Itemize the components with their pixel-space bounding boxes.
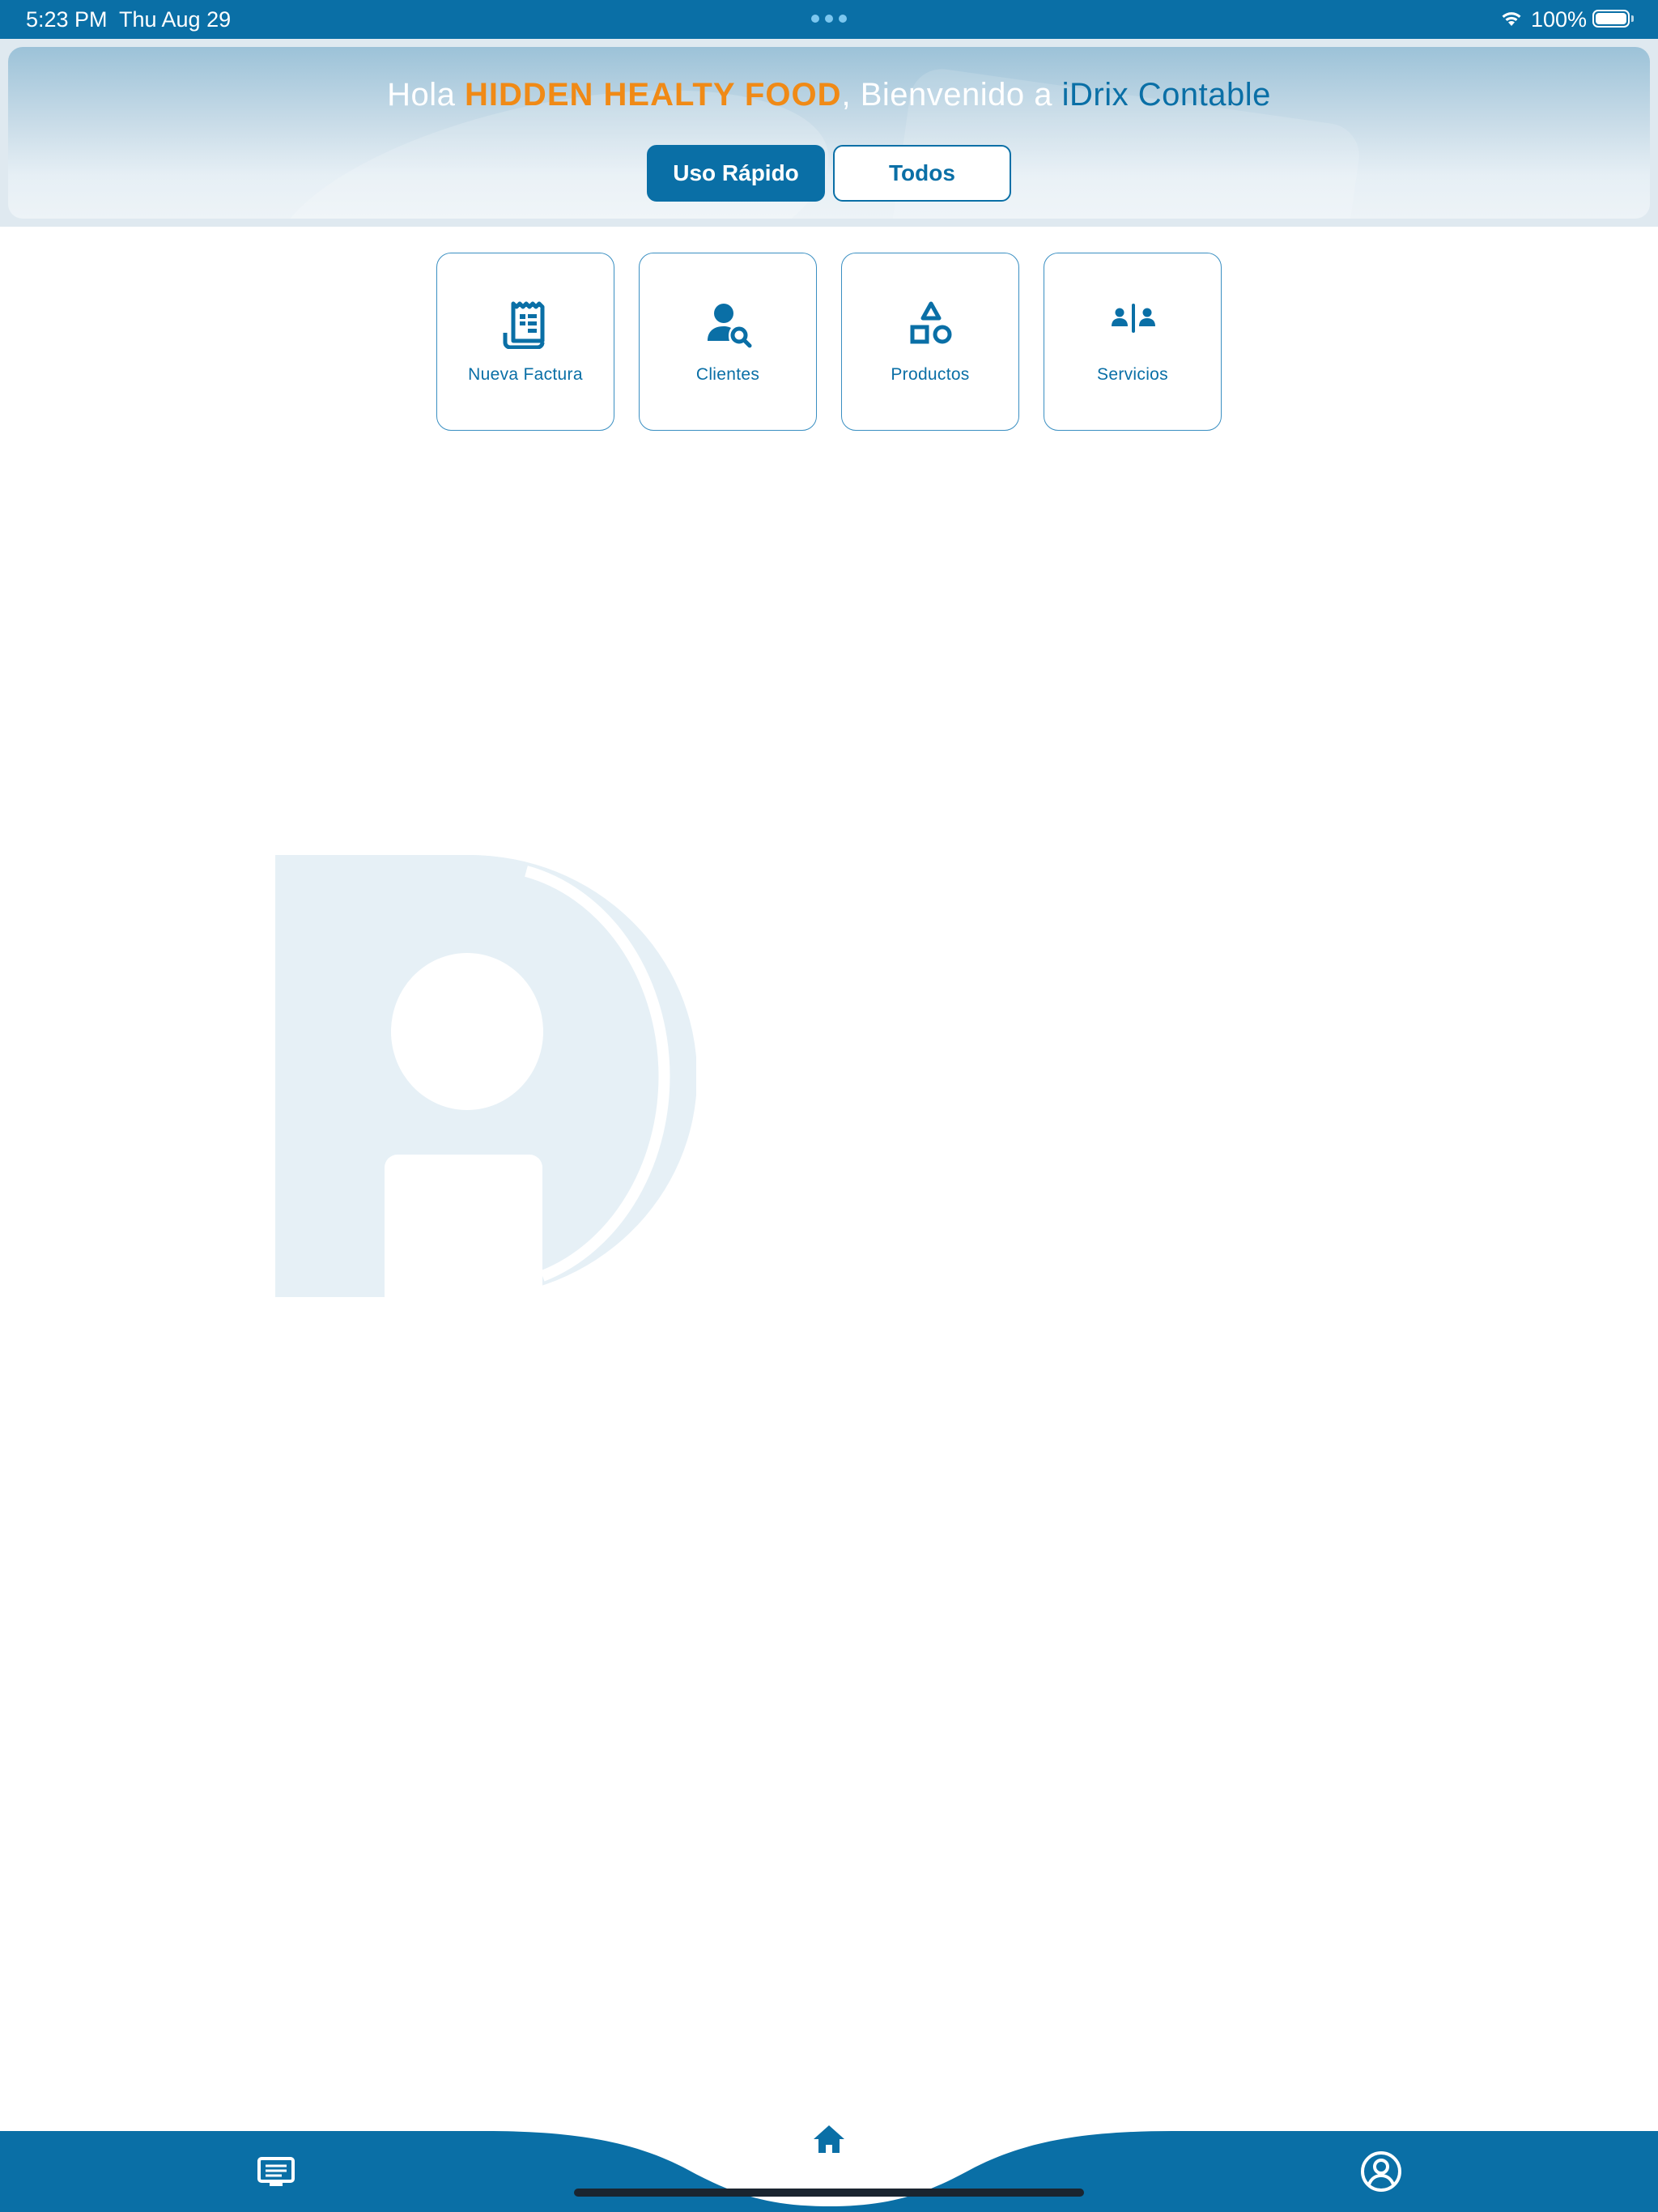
productos-tile[interactable]: Productos bbox=[841, 253, 1019, 431]
company-name: HIDDEN HEALTY FOOD bbox=[465, 77, 842, 113]
status-date: Thu Aug 29 bbox=[119, 7, 232, 32]
nueva-factura-tile[interactable]: Nueva Factura bbox=[436, 253, 614, 431]
profile-icon[interactable] bbox=[1360, 2150, 1402, 2193]
productos-label: Productos bbox=[891, 365, 970, 384]
home-indicator bbox=[574, 2189, 1084, 2197]
servicios-label: Servicios bbox=[1097, 365, 1168, 384]
status-bar: 5:23 PM Thu Aug 29 100% bbox=[0, 0, 1658, 39]
welcome-message: Hola HIDDEN HEALTY FOOD, Bienvenido a iD… bbox=[0, 77, 1658, 113]
header-banner bbox=[8, 47, 1650, 219]
greeting-prefix: Hola bbox=[387, 77, 466, 113]
home-icon[interactable] bbox=[812, 2123, 846, 2155]
segment-uso-rapido[interactable]: Uso Rápido bbox=[647, 145, 825, 202]
battery-icon bbox=[1592, 10, 1630, 28]
app-name: iDrix Contable bbox=[1061, 77, 1271, 113]
clientes-tile[interactable]: Clientes bbox=[639, 253, 817, 431]
clientes-label: Clientes bbox=[695, 365, 760, 384]
wifi-icon bbox=[1502, 12, 1521, 26]
shapes-icon bbox=[910, 301, 952, 344]
receipt-icon bbox=[503, 301, 545, 349]
people-split-icon bbox=[1112, 304, 1155, 333]
greeting-middle: , Bienvenido a bbox=[841, 77, 1062, 113]
user-search-icon bbox=[708, 304, 752, 348]
nueva-factura-label: Nueva Factura bbox=[468, 365, 583, 384]
idrix-logo-watermark bbox=[275, 855, 696, 1297]
multitasking-dots-icon[interactable] bbox=[811, 15, 847, 23]
desktop-list-icon[interactable] bbox=[257, 2157, 295, 2189]
battery-percentage: 100% bbox=[1531, 7, 1588, 32]
segment-todos[interactable]: Todos bbox=[833, 145, 1011, 202]
servicios-tile[interactable]: Servicios bbox=[1044, 253, 1222, 431]
status-time: 5:23 PM bbox=[26, 7, 108, 32]
